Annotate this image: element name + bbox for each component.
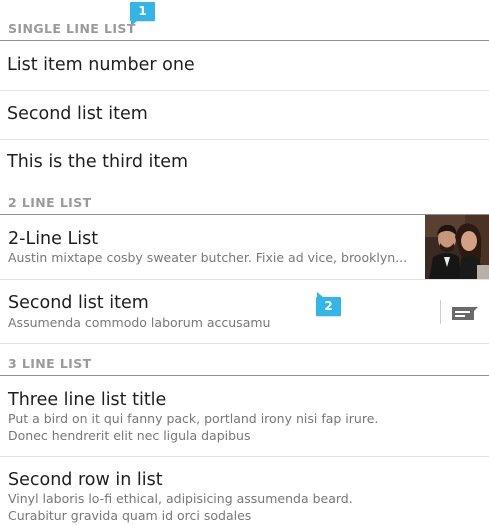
list-item[interactable]: List item number one [0, 41, 489, 91]
list-item[interactable]: Three line list title Put a bird on it q… [0, 376, 489, 457]
list-item-subtitle: Austin mixtape cosby sweater butcher. Fi… [8, 250, 408, 265]
list-item-title: Second list item [8, 293, 149, 313]
list-item-line-3: Curabitur gravida quam id orci sodales [8, 508, 252, 523]
callout-2: 2 [316, 292, 341, 316]
list-item[interactable]: 2-Line List Austin mixtape cosby sweater… [0, 215, 489, 280]
list-item[interactable]: This is the third item [0, 140, 489, 190]
list-item-title: Second list item [7, 104, 148, 124]
callout-2-tail [317, 292, 323, 297]
list-item-line-2: Vinyl laboris lo-fi ethical, adipisicing… [8, 491, 353, 506]
list-item-title: Three line list title [8, 390, 167, 410]
section-header-two-line: 2 LINE LIST [0, 190, 489, 215]
list-item-title: Second row in list [8, 470, 163, 490]
message-icon[interactable] [452, 306, 478, 325]
section-header-label: 2 LINE LIST [8, 195, 92, 210]
section-header-three-line: 3 LINE LIST [0, 344, 489, 376]
list-item-line-3: Donec hendrerit elit nec ligula dapibus [8, 428, 251, 443]
couple-photo-thumbnail[interactable] [425, 215, 489, 279]
action-divider [440, 300, 441, 324]
list-item-line-2: Put a bird on it qui fanny pack, portlan… [8, 411, 379, 426]
section-header-label: 3 LINE LIST [8, 356, 92, 371]
list-item[interactable]: Second list item Assumenda commodo labor… [0, 280, 489, 344]
list-item-title: List item number one [7, 55, 195, 75]
section-header-label: SINGLE LINE LIST [8, 21, 136, 36]
list-item[interactable]: Second row in list Vinyl laboris lo-fi e… [0, 457, 489, 525]
list-item-title: This is the third item [7, 152, 189, 172]
section-header-single-line: SINGLE LINE LIST [0, 0, 489, 41]
list-item[interactable]: Second list item [0, 91, 489, 140]
list-item-title: 2-Line List [8, 229, 99, 249]
list-item-subtitle: Assumenda commodo laborum accusamu [8, 315, 271, 330]
callout-2-label: 2 [324, 299, 333, 313]
